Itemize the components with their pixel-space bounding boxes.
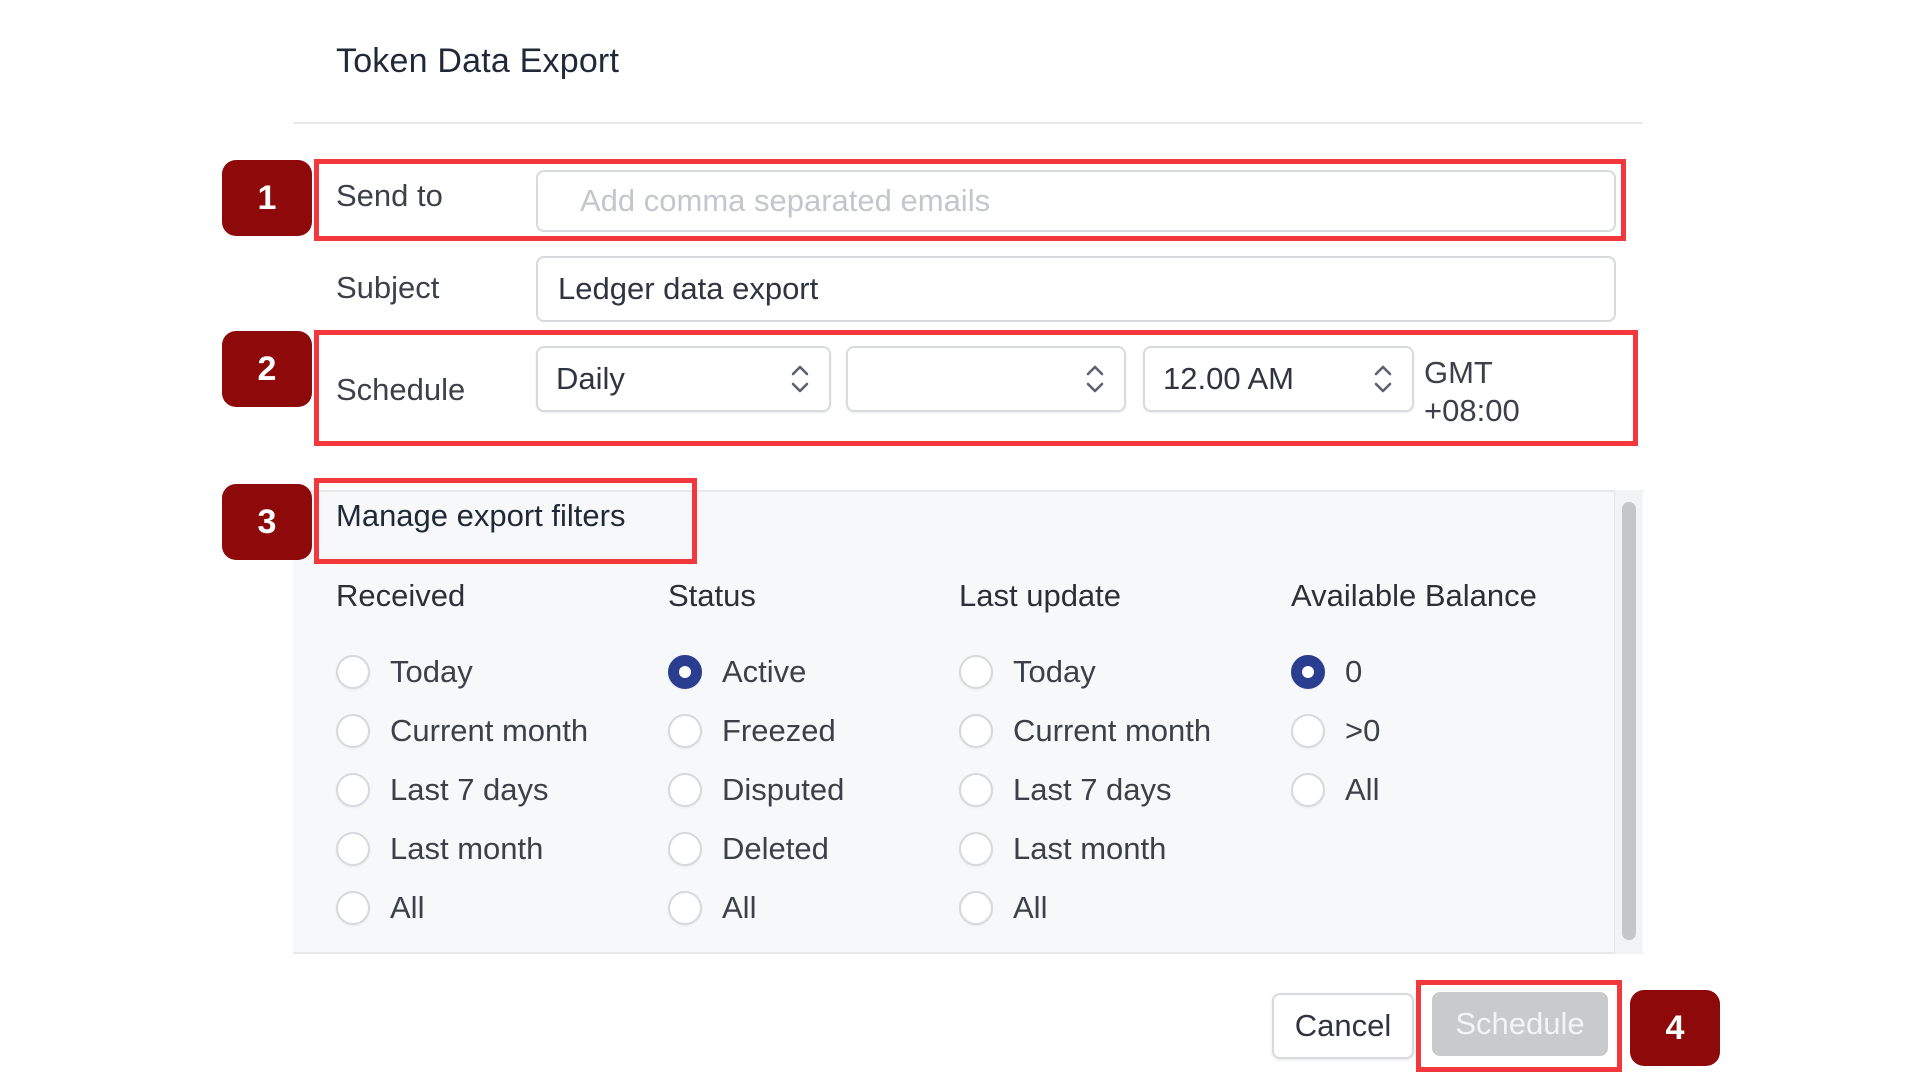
radio-option[interactable]: All xyxy=(959,886,1047,930)
time-value: 12.00 AM xyxy=(1163,361,1294,396)
radio-label: 0 xyxy=(1345,654,1363,689)
chevron-up-down-icon xyxy=(791,365,809,393)
radio-label: Today xyxy=(1013,654,1096,689)
radio-option[interactable]: Current month xyxy=(959,709,1211,753)
radio-label: Last month xyxy=(1013,831,1167,866)
timezone-gmt: GMT xyxy=(1424,355,1493,390)
send-to-input[interactable] xyxy=(536,170,1616,232)
radio-option[interactable]: 0 xyxy=(1291,650,1362,694)
radio-icon[interactable] xyxy=(336,773,370,807)
radio-label: Current month xyxy=(390,713,589,748)
radio-label: Last month xyxy=(390,831,544,866)
radio-label: Active xyxy=(722,654,807,689)
frequency-value: Daily xyxy=(556,361,625,396)
radio-label: >0 xyxy=(1345,713,1381,748)
radio-icon[interactable] xyxy=(668,891,702,925)
radio-icon[interactable] xyxy=(336,832,370,866)
radio-option[interactable]: Current month xyxy=(336,709,588,753)
radio-icon[interactable] xyxy=(668,773,702,807)
radio-icon[interactable] xyxy=(959,832,993,866)
radio-icon[interactable] xyxy=(959,655,993,689)
frequency-select[interactable]: Daily xyxy=(536,346,831,412)
radio-option[interactable]: Last 7 days xyxy=(959,768,1172,812)
radio-option[interactable]: Last month xyxy=(959,827,1166,871)
radio-icon[interactable] xyxy=(336,655,370,689)
radio-label: All xyxy=(1013,890,1048,925)
radio-checked-icon[interactable] xyxy=(668,655,702,689)
filter-heading-available-balance: Available Balance xyxy=(1291,578,1537,613)
annotation-badge-1: 1 xyxy=(222,160,312,236)
radio-label: Last 7 days xyxy=(390,772,549,807)
day-select[interactable] xyxy=(846,346,1126,412)
radio-icon[interactable] xyxy=(668,714,702,748)
radio-icon[interactable] xyxy=(1291,714,1325,748)
annotation-badge-4: 4 xyxy=(1630,990,1720,1066)
radio-checked-icon[interactable] xyxy=(1291,655,1325,689)
radio-option[interactable]: Active xyxy=(668,650,806,694)
subject-input[interactable] xyxy=(536,256,1616,322)
schedule-button[interactable]: Schedule xyxy=(1432,992,1608,1056)
chevron-up-down-icon xyxy=(1374,365,1392,393)
radio-option[interactable]: All xyxy=(336,886,424,930)
chevron-up-down-icon xyxy=(1086,365,1104,393)
radio-label: All xyxy=(1345,772,1380,807)
filter-heading-status: Status xyxy=(668,578,756,613)
filter-heading-received: Received xyxy=(336,578,466,613)
radio-option[interactable]: All xyxy=(668,886,756,930)
annotation-badge-2: 2 xyxy=(222,331,312,407)
subject-label: Subject xyxy=(336,270,440,305)
radio-option[interactable]: Deleted xyxy=(668,827,829,871)
radio-option[interactable]: Last 7 days xyxy=(336,768,549,812)
radio-option[interactable]: Disputed xyxy=(668,768,844,812)
radio-label: Last 7 days xyxy=(1013,772,1172,807)
radio-label: Freezed xyxy=(722,713,836,748)
timezone-offset: +08:00 xyxy=(1424,393,1520,428)
filters-title: Manage export filters xyxy=(336,498,626,533)
radio-option[interactable]: Today xyxy=(959,650,1096,694)
radio-icon[interactable] xyxy=(336,891,370,925)
radio-option[interactable]: All xyxy=(1291,768,1379,812)
radio-label: All xyxy=(722,890,757,925)
time-select[interactable]: 12.00 AM xyxy=(1143,346,1414,412)
radio-icon[interactable] xyxy=(668,832,702,866)
radio-option[interactable]: >0 xyxy=(1291,709,1380,753)
header-divider xyxy=(293,122,1643,124)
cancel-button[interactable]: Cancel xyxy=(1272,993,1414,1059)
radio-icon[interactable] xyxy=(959,773,993,807)
radio-option[interactable]: Last month xyxy=(336,827,543,871)
schedule-label: Schedule xyxy=(336,372,466,407)
radio-label: Disputed xyxy=(722,772,845,807)
send-to-label: Send to xyxy=(336,178,443,213)
filters-scrollbar-thumb[interactable] xyxy=(1622,502,1636,940)
export-dialog: Token Data Export Send to Subject Schedu… xyxy=(0,0,1920,1080)
filter-heading-last-update: Last update xyxy=(959,578,1122,613)
radio-icon[interactable] xyxy=(959,714,993,748)
radio-option[interactable]: Today xyxy=(336,650,473,694)
radio-icon[interactable] xyxy=(336,714,370,748)
timezone-label: GMT +08:00 xyxy=(1424,354,1520,430)
annotation-badge-3: 3 xyxy=(222,484,312,560)
radio-option[interactable]: Freezed xyxy=(668,709,836,753)
radio-icon[interactable] xyxy=(959,891,993,925)
dialog-title: Token Data Export xyxy=(336,42,620,80)
radio-label: Current month xyxy=(1013,713,1212,748)
radio-label: Deleted xyxy=(722,831,829,866)
radio-label: All xyxy=(390,890,425,925)
radio-icon[interactable] xyxy=(1291,773,1325,807)
radio-label: Today xyxy=(390,654,473,689)
